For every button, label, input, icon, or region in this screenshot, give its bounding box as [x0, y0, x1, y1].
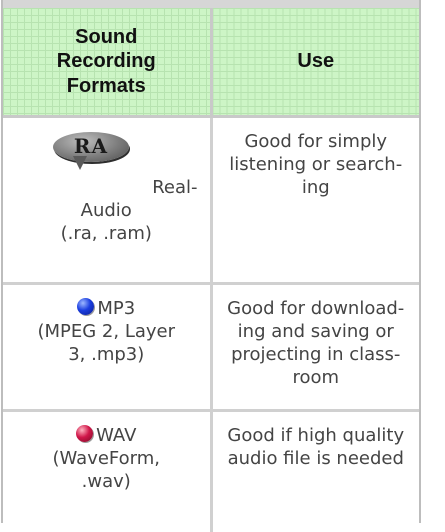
header-sound-recording-formats: Sound Recording Formats	[3, 8, 211, 117]
use-text-line: Good for simply	[221, 130, 412, 153]
use-text-line: projecting in class-	[221, 343, 412, 366]
use-cell-mp3: Good for download- ing and saving or pro…	[211, 284, 419, 411]
frame-top-border	[1, 0, 421, 8]
sound-formats-table: Sound Recording Formats Use RA	[3, 8, 419, 532]
red-ball-icon	[76, 425, 93, 442]
format-name: MP3	[97, 298, 135, 319]
use-text-line: Good if high quality	[221, 424, 412, 447]
use-text-line: room	[221, 366, 412, 389]
realaudio-icon-text: RA	[53, 135, 129, 158]
use-cell-wav: Good if high quality audio file is neede…	[211, 411, 419, 532]
format-cell-wav: WAV (WaveForm, .wav)	[3, 411, 211, 532]
page: Sound Recording Formats Use RA	[0, 0, 445, 523]
blue-ball-icon	[77, 298, 94, 315]
table-row-wav: WAV (WaveForm, .wav) Good if high qualit…	[3, 411, 419, 532]
format-name: Real-	[11, 176, 202, 199]
format-name: WAV	[96, 425, 136, 446]
header-use: Use	[211, 8, 419, 117]
use-text-line: listening or search-	[221, 153, 412, 176]
header-use-label: Use	[219, 49, 414, 73]
format-name: Audio	[11, 199, 202, 222]
table-row-realaudio: RA Real- Audio (.ra, .ram) Good for simp…	[3, 117, 419, 284]
format-extension: .wav)	[11, 470, 202, 493]
realaudio-icon: RA	[53, 132, 129, 172]
use-text-line: ing and saving or	[221, 320, 412, 343]
format-cell-mp3: MP3 (MPEG 2, Layer 3, .mp3)	[3, 284, 211, 411]
format-cell-realaudio: RA Real- Audio (.ra, .ram)	[3, 117, 211, 284]
format-extension: (MPEG 2, Layer	[11, 320, 202, 343]
format-extension: 3, .mp3)	[11, 343, 202, 366]
use-text-line: ing	[221, 176, 412, 199]
frame-right-border	[419, 0, 421, 523]
header-line: Formats	[9, 74, 204, 98]
use-cell-realaudio: Good for simply listening or search- ing	[211, 117, 419, 284]
header-row: Sound Recording Formats Use	[3, 8, 419, 117]
header-line: Sound	[9, 25, 204, 49]
format-extension: (.ra, .ram)	[11, 222, 202, 245]
table-row-mp3: MP3 (MPEG 2, Layer 3, .mp3) Good for dow…	[3, 284, 419, 411]
format-extension: (WaveForm,	[11, 447, 202, 470]
use-text-line: Good for download-	[221, 297, 412, 320]
header-line: Recording	[9, 49, 204, 73]
use-text-line: audio file is needed	[221, 447, 412, 470]
